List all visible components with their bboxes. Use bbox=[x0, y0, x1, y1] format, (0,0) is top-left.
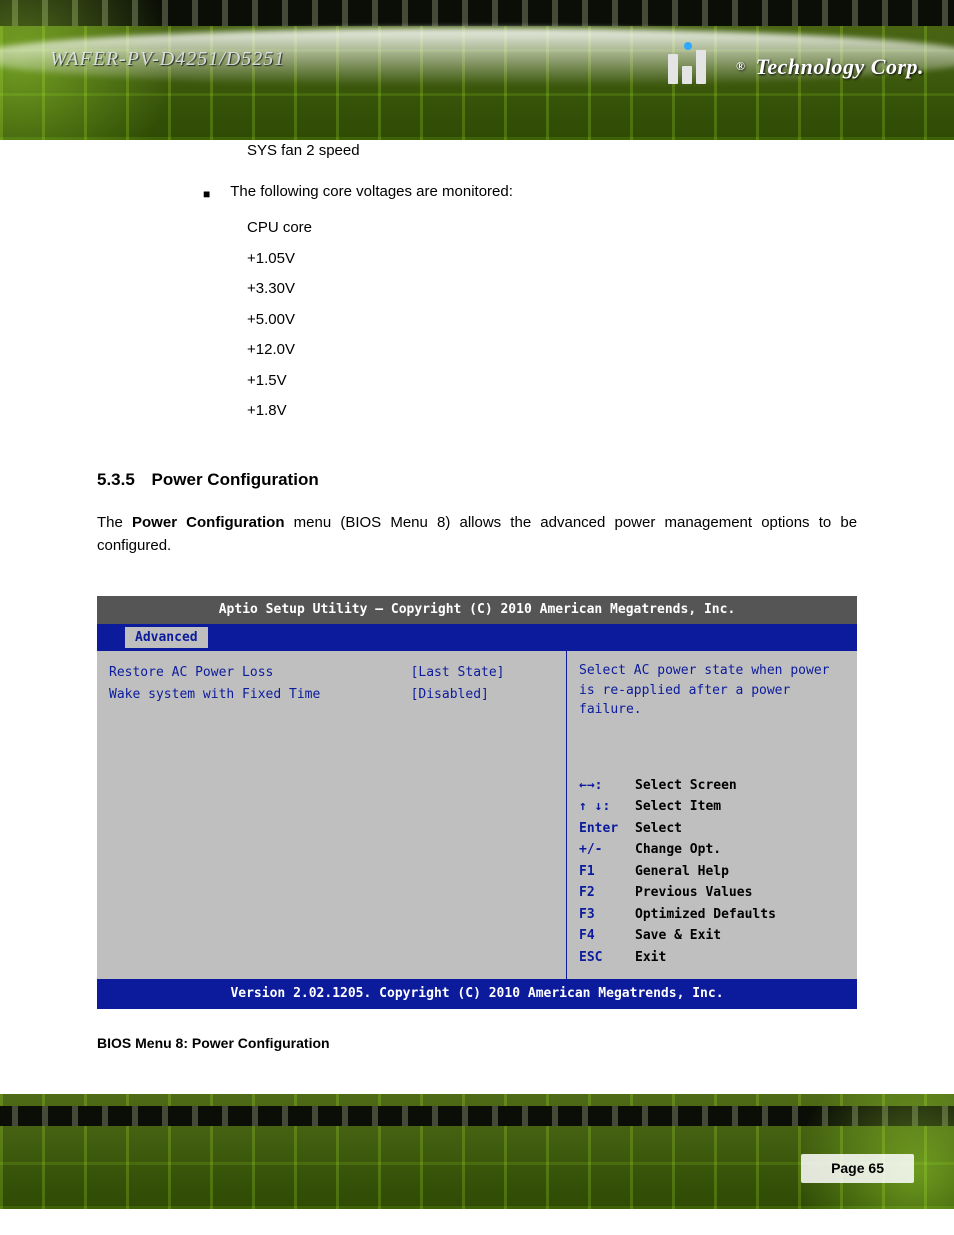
bios-tab[interactable] bbox=[101, 627, 121, 649]
bios-title: Aptio Setup Utility – Copyright (C) 2010… bbox=[97, 596, 857, 624]
bullet-icon: ■ bbox=[203, 185, 210, 203]
bios-entry[interactable]: Restore AC Power Loss bbox=[109, 663, 387, 683]
bios-tab-advanced[interactable]: Advanced bbox=[125, 627, 208, 649]
bios-title-row: Aptio Setup Utility – Copyright (C) 2010… bbox=[97, 596, 857, 624]
bullet-text: The following core voltages are monitore… bbox=[230, 181, 513, 204]
section-title: Power Configuration bbox=[152, 470, 319, 489]
prev-sublist-header: SYS fan 2 speed bbox=[97, 140, 857, 163]
bios-right-pane: Select AC power state when power is re-a… bbox=[567, 651, 857, 979]
page-footer-decor: Page 65 bbox=[0, 1094, 954, 1209]
bios-entry[interactable]: Wake system with Fixed Time bbox=[109, 685, 387, 705]
bios-value[interactable]: [Disabled] bbox=[411, 685, 554, 705]
bios-tabs-row: Advanced bbox=[97, 624, 857, 652]
brand-slogan: ® Technology Corp. bbox=[668, 48, 924, 84]
bios-caption: BIOS Menu 8: Power Configuration bbox=[97, 1033, 857, 1054]
list-item: +1.8V bbox=[247, 400, 857, 423]
bios-footer-row: Version 2.02.1205. Copyright (C) 2010 Am… bbox=[97, 979, 857, 1009]
page-header-decor: WAFER-PV-D4251/D5251 ® Technology Corp. bbox=[0, 0, 954, 140]
iei-logo-icon bbox=[668, 48, 726, 84]
list-item: +3.30V bbox=[247, 278, 857, 301]
voltage-list: CPU core +1.05V +3.30V +5.00V +12.0V +1.… bbox=[97, 217, 857, 423]
bios-value[interactable]: [Last State] bbox=[411, 663, 554, 683]
list-item: +1.05V bbox=[247, 248, 857, 271]
list-item: +12.0V bbox=[247, 339, 857, 362]
bios-body-row: Restore AC Power Loss Wake system with F… bbox=[97, 651, 857, 979]
list-item: +5.00V bbox=[247, 309, 857, 332]
doc-title: WAFER-PV-D4251/D5251 bbox=[50, 44, 285, 74]
bios-footer: Version 2.02.1205. Copyright (C) 2010 Am… bbox=[97, 979, 857, 1009]
bios-legend: ←→:Select Screen ↑ ↓:Select Item EnterSe… bbox=[579, 776, 845, 968]
list-item: +1.5V bbox=[247, 370, 857, 393]
list-item: CPU core bbox=[247, 217, 857, 240]
bios-middle-pane: [Last State] [Disabled] bbox=[399, 651, 567, 979]
brand-slogan-text: Technology Corp. bbox=[755, 50, 924, 83]
bios-tab[interactable] bbox=[212, 627, 232, 649]
bios-help-text: Select AC power state when power is re-a… bbox=[579, 661, 845, 720]
section-number: 5.3.5 bbox=[97, 470, 135, 489]
section-heading: 5.3.5 Power Configuration bbox=[97, 467, 857, 493]
section-paragraph: The Power Configuration menu (BIOS Menu … bbox=[97, 512, 857, 557]
bios-screenshot: Aptio Setup Utility – Copyright (C) 2010… bbox=[97, 596, 857, 1009]
bullet-line: ■ The following core voltages are monito… bbox=[97, 181, 857, 204]
page-number: Page 65 bbox=[801, 1154, 914, 1183]
registered-icon: ® bbox=[736, 57, 745, 75]
bios-left-pane: Restore AC Power Loss Wake system with F… bbox=[97, 651, 399, 979]
